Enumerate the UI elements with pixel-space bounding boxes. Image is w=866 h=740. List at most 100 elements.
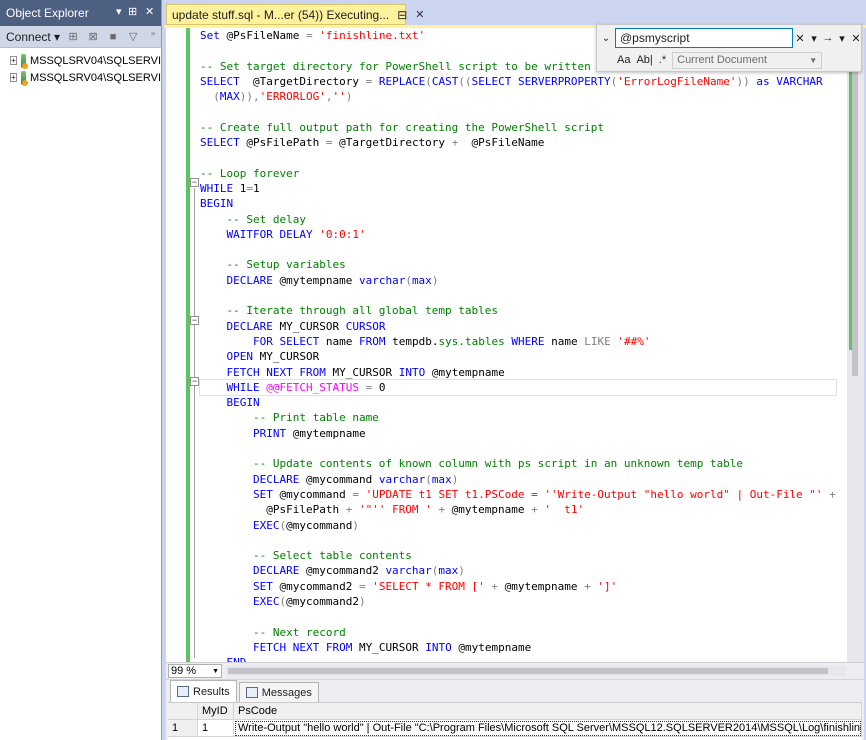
horizontal-scrollbar[interactable] [226,666,846,676]
server-node[interactable]: + MSSQLSRV04\SQLSERVI [0,69,161,86]
code-line[interactable]: SELECT @PsFilePath = @TargetDirectory + … [200,135,836,150]
zoom-select[interactable]: 99 % ▼ [168,664,222,678]
code-line[interactable]: WHILE @@FETCH_STATUS = 0 [199,378,837,397]
code-line[interactable]: BEGIN [200,395,836,410]
regex-icon[interactable]: .* [659,54,666,66]
chevron-down-icon: ▼ [809,55,818,65]
code-line[interactable] [200,288,836,303]
server-node[interactable]: + MSSQLSRV04\SQLSERVI [0,52,161,69]
expand-icon[interactable]: + [10,56,17,65]
collapse-icon[interactable]: − [190,178,199,187]
scrollbar-thumb[interactable] [228,668,828,674]
object-explorer-toolbar: Connect ▾ ⊞ ⊠ ■ ▽ " [0,26,161,48]
code-lines: Set @PsFileName = 'finishline.txt' -- Se… [199,28,837,662]
column-header-myid[interactable]: MyID [198,703,234,720]
dropdown-icon[interactable]: ▾ [116,5,122,18]
find-next-icon[interactable]: → [821,32,835,44]
collapse-icon[interactable]: − [190,377,199,386]
code-line[interactable]: -- Print table name [200,410,836,425]
myid-cell[interactable]: 1 [198,720,234,737]
code-line[interactable]: EXEC(@mycommand) [200,518,836,533]
code-line[interactable]: -- Iterate through all global temp table… [200,303,836,318]
code-line[interactable]: PRINT @mytempname [200,426,836,441]
code-line[interactable]: SELECT @TargetDirectory = REPLACE(CAST((… [200,74,836,89]
find-scope-select[interactable]: Current Document ▼ [672,51,823,69]
close-tab-icon[interactable]: ✕ [415,8,424,21]
match-case-icon[interactable]: Aa [617,54,630,66]
code-line[interactable]: WAITFOR DELAY '0:0:1' [200,227,836,242]
collapse-icon[interactable]: − [190,316,199,325]
code-line[interactable]: END [200,655,836,662]
vertical-scrollbar[interactable] [847,28,864,662]
code-line[interactable] [200,609,836,624]
code-line[interactable]: -- Setup variables [200,257,836,272]
results-grid[interactable]: MyID PsCode 1 1 Write-Output "hello worl… [168,702,862,740]
code-line[interactable] [200,441,836,456]
document-tab[interactable]: update stuff.sql - M...er (54)) Executin… [166,4,425,25]
grid-header-row: MyID PsCode [168,703,862,720]
code-line[interactable]: EXEC(@mycommand2) [200,594,836,609]
code-line[interactable]: -- Next record [200,625,836,640]
pscode-cell[interactable]: Write-Output "hello world" | Out-File "C… [234,720,862,737]
code-editor[interactable]: − − − Set @PsFileName = 'finishline.txt'… [166,28,864,662]
code-line[interactable]: -- Set delay [200,212,836,227]
tab-results-label: Results [193,685,230,698]
chevron-down-icon: ▼ [212,667,219,675]
pin-icon[interactable]: ⊞ [128,5,137,18]
code-line[interactable]: DECLARE @mycommand2 varchar(max) [200,563,836,578]
messages-icon [245,687,258,698]
editor-gutter [166,28,186,662]
close-icon[interactable]: ✕ [145,5,154,18]
results-tabs: Results Messages [166,680,864,702]
code-line[interactable]: -- Select table contents [200,548,836,563]
code-line[interactable]: WHILE 1=1 [200,181,836,196]
tab-results[interactable]: Results [170,680,237,702]
tab-messages[interactable]: Messages [238,682,319,702]
close-find-icon[interactable]: ✕ [849,32,863,45]
code-line[interactable]: SET @mycommand2 = 'SELECT * FROM [' + @m… [200,579,836,594]
tab-title: update stuff.sql - M...er (54)) Executin… [172,7,390,22]
code-line[interactable] [200,150,836,165]
code-line[interactable]: FOR SELECT name FROM tempdb.sys.tables W… [200,334,836,349]
code-line[interactable]: BEGIN [200,196,836,211]
toggle-replace-icon[interactable]: ⌄ [597,33,615,44]
code-line[interactable]: -- Loop forever [200,166,836,181]
results-pane: Results Messages MyID PsCode 1 1 Write-O… [166,680,864,740]
code-line[interactable]: DECLARE MY_CURSOR CURSOR [200,319,836,334]
editor-frame: update stuff.sql - M...er (54)) Executin… [164,0,866,740]
connect-icon[interactable]: ⊞ [66,30,80,44]
find-input[interactable] [615,28,793,48]
code-line[interactable] [200,104,836,119]
find-dropdown-icon[interactable]: ▾ [835,32,849,45]
code-line[interactable]: DECLARE @mytempname varchar(max) [200,273,836,288]
row-header-cell [168,703,198,720]
tab-messages-label: Messages [261,686,312,699]
code-line[interactable]: SET @mycommand = 'UPDATE t1 SET t1.PSCod… [200,487,836,502]
code-line[interactable]: (MAX)),'ERRORLOG','') [200,89,836,104]
expand-icon[interactable]: + [10,73,17,82]
stop-icon[interactable]: ■ [106,30,120,44]
server-label: MSSQLSRV04\SQLSERVI [29,71,161,84]
table-row[interactable]: 1 1 Write-Output "hello world" | Out-Fil… [168,720,862,737]
scrollbar-thumb[interactable] [852,56,858,376]
fold-line [194,188,195,658]
connect-button[interactable]: Connect ▾ [6,30,60,44]
refresh-icon[interactable]: " [146,30,160,44]
whole-word-icon[interactable]: Ab| [636,54,652,66]
pin-tab-icon[interactable]: ⊟ [397,8,407,22]
code-line[interactable]: FETCH NEXT FROM MY_CURSOR INTO @mytempna… [200,640,836,655]
code-line[interactable] [200,242,836,257]
find-options-icon[interactable]: ▾ [807,32,821,45]
code-line[interactable]: FETCH NEXT FROM MY_CURSOR INTO @mytempna… [200,365,836,380]
code-line[interactable] [200,533,836,548]
code-line[interactable]: -- Update contents of known column with … [200,456,836,471]
clear-find-icon[interactable]: ✕ [793,32,807,45]
code-line[interactable]: -- Create full output path for creating … [200,120,836,135]
column-header-pscode[interactable]: PsCode [234,703,862,720]
filter-icon[interactable]: ▽ [126,30,140,44]
change-tracking-bar [186,28,190,662]
code-line[interactable]: @PsFilePath + '"'' FROM ' + @mytempname … [200,502,836,517]
code-line[interactable]: OPEN MY_CURSOR [200,349,836,364]
disconnect-icon[interactable]: ⊠ [86,30,100,44]
code-line[interactable]: DECLARE @mycommand varchar(max) [200,472,836,487]
